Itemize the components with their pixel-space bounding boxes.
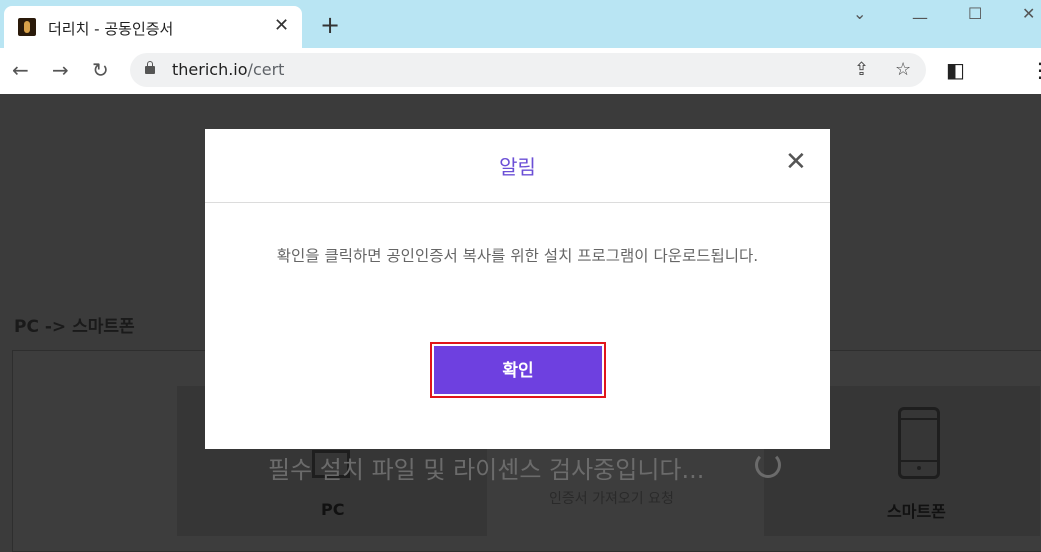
- window-close-button[interactable]: ✕: [1022, 4, 1035, 23]
- url-text: therich.io/cert: [172, 60, 284, 79]
- lock-icon: [145, 61, 155, 74]
- close-icon[interactable]: ✕: [785, 149, 807, 175]
- menu-kebab-icon[interactable]: ⋮: [1030, 58, 1041, 82]
- reload-icon[interactable]: ↻: [92, 58, 109, 82]
- browser-toolbar: ← → ↻ therich.io/cert ⇪ ☆ ◧ ⋮: [0, 48, 1041, 94]
- side-panel-icon[interactable]: ◧: [946, 58, 965, 82]
- modal-title: 알림: [499, 155, 536, 179]
- share-icon[interactable]: ⇪: [854, 59, 869, 80]
- address-bar[interactable]: therich.io/cert ⇪ ☆: [130, 53, 926, 87]
- section-title: PC -> 스마트폰: [14, 317, 135, 337]
- pc-label: PC: [321, 500, 345, 519]
- forward-icon[interactable]: →: [52, 58, 69, 82]
- minimize-button[interactable]: —: [912, 8, 928, 27]
- loading-text: 필수 설치 파일 및 라이센스 검사중입니다...: [268, 456, 705, 484]
- back-icon[interactable]: ←: [12, 58, 29, 82]
- modal-message: 확인을 클릭하면 공인인증서 복사를 위한 설치 프로그램이 다운로드됩니다.: [276, 247, 759, 265]
- tab-title: 더리치 - 공동인증서: [48, 20, 174, 38]
- site-favicon-icon: [18, 18, 36, 36]
- import-request-label: 인증서 가져오기 요청: [549, 491, 674, 507]
- new-tab-button[interactable]: +: [320, 13, 340, 37]
- smartphone-icon: [898, 407, 940, 479]
- maximize-button[interactable]: ☐: [968, 4, 982, 23]
- notice-modal: 알림 ✕ 확인을 클릭하면 공인인증서 복사를 위한 설치 프로그램이 다운로드…: [205, 129, 830, 449]
- url-path: /cert: [247, 60, 285, 79]
- bookmark-star-icon[interactable]: ☆: [895, 59, 911, 80]
- browser-tab[interactable]: 더리치 - 공동인증서 ✕: [4, 6, 302, 48]
- confirm-button[interactable]: 확인: [434, 346, 602, 394]
- loading-spinner-icon: [755, 452, 781, 478]
- modal-header: 알림 ✕: [205, 129, 830, 203]
- tab-search-chevron-icon[interactable]: ⌄: [853, 4, 866, 23]
- smartphone-label: 스마트폰: [887, 502, 946, 521]
- tab-close-icon[interactable]: ✕: [274, 16, 289, 36]
- url-domain: therich.io: [172, 60, 248, 79]
- tab-strip: 더리치 - 공동인증서 ✕ + ⌄ — ☐ ✕: [0, 0, 1041, 48]
